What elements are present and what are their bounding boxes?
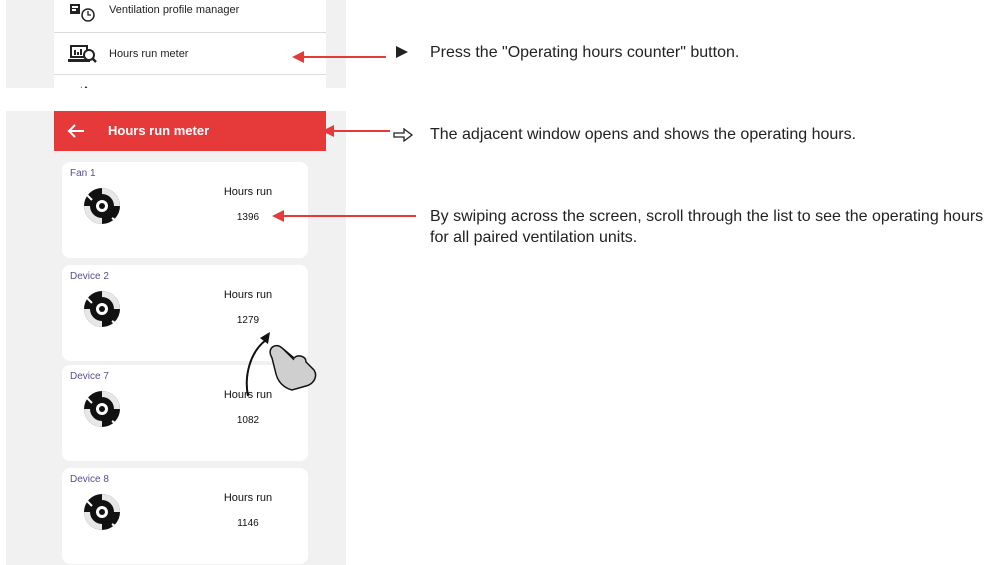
device-name: Device 2 <box>70 271 109 282</box>
pointer-arrow-red <box>292 51 386 63</box>
menu-item-label: Ventilation profile manager <box>109 4 240 16</box>
fan-icon <box>84 291 120 327</box>
hours-run-value: 1279 <box>236 315 260 326</box>
device-name: Device 7 <box>70 371 109 382</box>
menu-item-hours-run-meter[interactable]: Hours run meter <box>54 32 326 75</box>
pointer-arrow-red <box>322 125 390 137</box>
menu-item-ventilation-profile-manager[interactable]: Ventilation profile manager <box>54 0 326 30</box>
menu-item-label: Hours run meter <box>109 47 189 60</box>
hours-run-label: Hours run <box>223 492 273 504</box>
instruction-step-3: By swiping across the screen, scroll thr… <box>430 208 984 246</box>
hours-run-value: 1146 <box>237 518 259 529</box>
page-title: Hours run meter <box>108 123 210 138</box>
device-name: Fan 1 <box>70 168 96 179</box>
menu-item-fan[interactable] <box>54 76 326 88</box>
fan-icon <box>84 494 120 530</box>
hours-run-label: Hours run <box>223 186 273 198</box>
arrow-left-icon[interactable] <box>66 122 86 140</box>
bullet-triangle-icon <box>396 46 408 58</box>
menu-panel: Ventilation profile manager Hours run me… <box>6 0 346 88</box>
hours-run-value: 1082 <box>236 415 260 426</box>
instruction-step-2: The adjacent window opens and shows the … <box>430 126 857 143</box>
device-card[interactable]: Device 8 Hours run 1146 <box>62 468 308 564</box>
profile-clock-icon <box>70 4 95 22</box>
hours-run-label: Hours run <box>223 289 273 301</box>
pointer-arrow-red <box>272 210 416 222</box>
fan-icon <box>80 86 88 88</box>
swipe-gesture-icon <box>245 332 317 397</box>
hours-run-screen: Hours run meter Fan 1 Hours run 1396 Dev… <box>6 111 346 565</box>
menu-list: Ventilation profile manager Hours run me… <box>54 0 326 88</box>
app-header: Hours run meter <box>54 111 326 151</box>
instruction-step-1: Press the "Operating hours counter" butt… <box>430 44 740 61</box>
fan-icon <box>84 188 120 224</box>
bullet-hollow-arrow-icon <box>393 128 414 142</box>
hours-meter-icon <box>68 44 97 63</box>
device-name: Device 8 <box>70 474 109 485</box>
fan-icon <box>84 391 120 427</box>
